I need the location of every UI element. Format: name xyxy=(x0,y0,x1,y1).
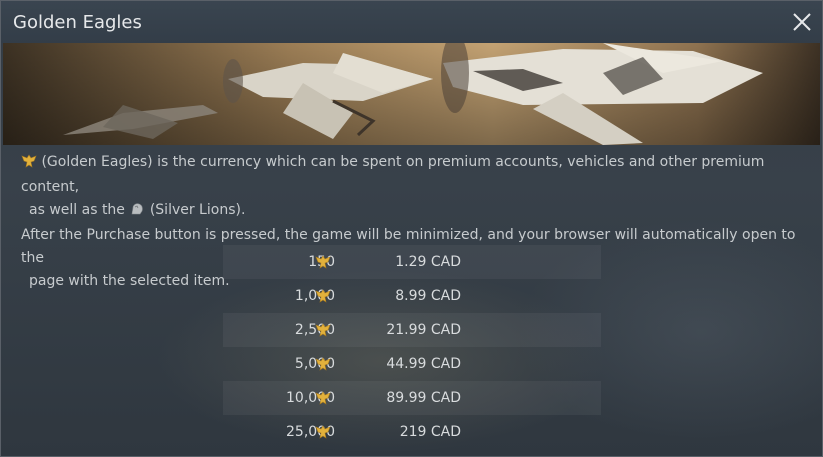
package-row[interactable]: 1,000 8.99 CAD xyxy=(223,279,601,313)
package-price: 219 CAD xyxy=(399,424,461,440)
package-price: 44.99 CAD xyxy=(386,356,461,372)
package-price: 89.99 CAD xyxy=(386,390,461,406)
golden-eagle-icon xyxy=(315,424,331,443)
package-row[interactable]: 10,000 89.99 CAD xyxy=(223,381,601,415)
info-line-2-suffix: (Silver Lions). xyxy=(149,202,246,218)
silver-lion-icon xyxy=(129,201,145,224)
package-row[interactable]: 25,000 219 CAD xyxy=(223,415,601,449)
package-list: 150 1.29 CAD 1,000 8.99 CAD 2,500 21.99 … xyxy=(223,245,601,449)
golden-eagle-icon xyxy=(315,390,331,409)
package-price: 21.99 CAD xyxy=(386,322,461,338)
info-line-2-prefix: as well as the xyxy=(29,202,125,218)
close-button[interactable] xyxy=(790,10,814,34)
package-price: 1.29 CAD xyxy=(395,254,461,270)
dialog-titlebar: Golden Eagles xyxy=(1,1,822,43)
golden-eagle-icon xyxy=(21,153,37,176)
dialog-title: Golden Eagles xyxy=(13,12,142,33)
package-row[interactable]: 150 1.29 CAD xyxy=(223,245,601,279)
golden-eagles-dialog: Golden Eagles (Golden Eagles) is the cur… xyxy=(0,0,823,457)
golden-eagle-icon xyxy=(315,322,331,341)
golden-eagle-icon xyxy=(315,356,331,375)
golden-eagle-icon xyxy=(315,254,331,273)
package-row[interactable]: 2,500 21.99 CAD xyxy=(223,313,601,347)
package-row[interactable]: 5,000 44.99 CAD xyxy=(223,347,601,381)
golden-eagle-icon xyxy=(315,288,331,307)
package-price: 8.99 CAD xyxy=(395,288,461,304)
close-icon xyxy=(793,13,811,31)
info-line-4: page with the selected item. xyxy=(29,273,230,289)
info-line-1: (Golden Eagles) is the currency which ca… xyxy=(21,154,765,195)
aircraft-banner-image xyxy=(3,43,820,145)
